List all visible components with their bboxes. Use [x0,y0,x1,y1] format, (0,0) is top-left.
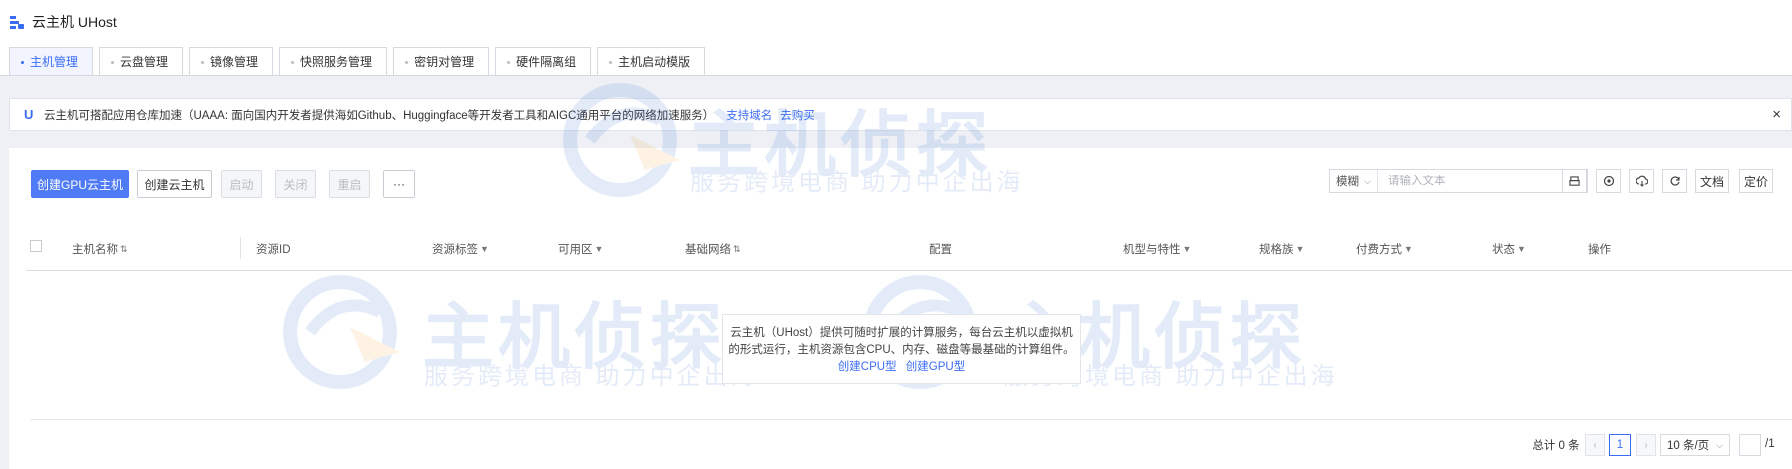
restart-button[interactable]: 重启 [329,170,370,198]
column-divider [240,237,241,259]
app-title-text: 云主机 UHost [32,14,117,30]
chevron-down-icon: ⌵ [1364,175,1371,186]
page-size-select[interactable]: 10 条/页 ⌵ [1660,434,1730,456]
pagination-total: 总计 0 条 [1532,440,1580,452]
notice-banner: U 云主机可搭配应用仓库加速（UAAA: 面向国内开发者提供海如Github、H… [9,98,1792,131]
total-pages: /1 [1765,438,1775,450]
column-status[interactable]: 状态 ▼ [1492,241,1526,257]
column-zone[interactable]: 可用区 ▼ [558,241,603,257]
filter-icon[interactable]: ▼ [480,244,489,254]
sort-icon[interactable]: ⇅ [733,244,741,255]
more-actions-button[interactable]: ··· [383,170,415,198]
filter-icon[interactable]: ▼ [1183,244,1192,254]
create-gpu-host-button[interactable]: 创建GPU云主机 [31,170,129,198]
column-actions: 操作 [1588,241,1611,257]
select-all-checkbox[interactable] [30,240,42,252]
column-label: 操作 [1588,244,1611,256]
page-1-button[interactable]: 1 [1609,434,1631,456]
column-label: 机型与特性 [1123,244,1181,256]
page-jump-input[interactable] [1739,434,1761,456]
create-host-button[interactable]: 创建云主机 [137,170,212,198]
empty-description-line1: 云主机（UHost）提供可随时扩展的计算服务，每台云主机以虚拟机 [730,327,1073,339]
tab-host-management[interactable]: 主机管理 [9,47,94,75]
tab-keypair-management[interactable]: 密钥对管理 [393,47,490,75]
chevron-down-icon: ⌵ [1716,439,1723,450]
create-cpu-link[interactable]: 创建CPU型 [838,361,897,373]
page-size-value: 10 条/页 [1667,440,1710,452]
uhost-logo-icon [10,15,24,29]
tab-launch-template[interactable]: 主机启动模版 [597,47,706,75]
cloud-sync-icon[interactable] [1629,169,1654,193]
supported-domains-link[interactable]: 支持域名 [726,107,772,123]
column-config: 配置 [929,241,952,257]
eye-settings-icon[interactable] [1596,169,1621,193]
empty-state: 云主机（UHost）提供可随时扩展的计算服务，每台云主机以虚拟机 的形式运行，主… [722,314,1081,384]
stop-button[interactable]: 关闭 [275,170,316,198]
app-header: 云主机 UHost 主机管理 云盘管理 镜像管理 快照服务管理 密钥对管理 硬件… [0,0,1792,76]
table-header: 主机名称 ⇅ 资源ID 资源标签 ▼ 可用区 ▼ 基础网络 ⇅ 配置 机型与特性… [26,235,1792,271]
column-label: 规格族 [1259,244,1294,256]
pricing-button[interactable]: 定价 [1739,169,1773,193]
column-label: 主机名称 [72,244,118,256]
start-button[interactable]: 启动 [221,170,262,198]
column-label: 付费方式 [1356,244,1402,256]
prev-page-button[interactable]: ‹ [1585,434,1605,456]
close-icon[interactable]: × [1772,106,1781,123]
docs-button[interactable]: 文档 [1695,169,1729,193]
filter-icon[interactable]: ▼ [595,244,604,254]
column-label: 基础网络 [685,244,731,256]
tabs-divider [0,75,1792,76]
search-input[interactable] [1378,175,1563,187]
search-mode-select[interactable]: 模糊 ⌵ [1330,170,1378,192]
uaaa-icon: U [24,106,34,122]
column-label: 状态 [1492,244,1515,256]
buy-link[interactable]: 去购买 [780,107,815,123]
filter-icon[interactable]: ▼ [1517,244,1526,254]
tab-disk-management[interactable]: 云盘管理 [99,47,184,75]
column-label: 资源标签 [432,244,478,256]
column-machine-type[interactable]: 机型与特性 ▼ [1123,241,1191,257]
column-basic-network[interactable]: 基础网络 ⇅ [685,241,741,257]
filter-icon[interactable]: ▼ [1404,244,1413,254]
tab-bar: 主机管理 云盘管理 镜像管理 快照服务管理 密钥对管理 硬件隔离组 主机启动模版 [9,47,706,75]
create-gpu-link[interactable]: 创建GPU型 [906,361,965,373]
refresh-icon[interactable] [1662,169,1687,193]
column-host-name[interactable]: 主机名称 ⇅ [72,241,128,257]
tab-image-management[interactable]: 镜像管理 [189,47,274,75]
app-title: 云主机 UHost [10,12,117,32]
column-spec-family[interactable]: 规格族 ▼ [1259,241,1304,257]
column-resource-tags[interactable]: 资源标签 ▼ [432,241,489,257]
search-box: 模糊 ⌵ [1329,169,1588,193]
column-label: 资源ID [256,244,291,256]
empty-description-line2: 的形式运行，主机资源包含CPU、内存、磁盘等最基础的计算组件。 [728,344,1075,356]
search-mode-value: 模糊 [1336,176,1359,188]
table-bottom-divider [30,419,1792,420]
tab-isolation-group[interactable]: 硬件隔离组 [495,47,592,75]
print-icon[interactable] [1562,169,1587,193]
next-page-button[interactable]: › [1636,434,1656,456]
column-billing[interactable]: 付费方式 ▼ [1356,241,1413,257]
tab-snapshot-service[interactable]: 快照服务管理 [279,47,388,75]
filter-icon[interactable]: ▼ [1296,244,1305,254]
sort-icon[interactable]: ⇅ [120,244,128,255]
notice-text: 云主机可搭配应用仓库加速（UAAA: 面向国内开发者提供海如Github、Hug… [44,109,715,122]
column-resource-id: 资源ID [256,241,291,257]
column-label: 配置 [929,244,952,256]
column-label: 可用区 [558,244,593,256]
